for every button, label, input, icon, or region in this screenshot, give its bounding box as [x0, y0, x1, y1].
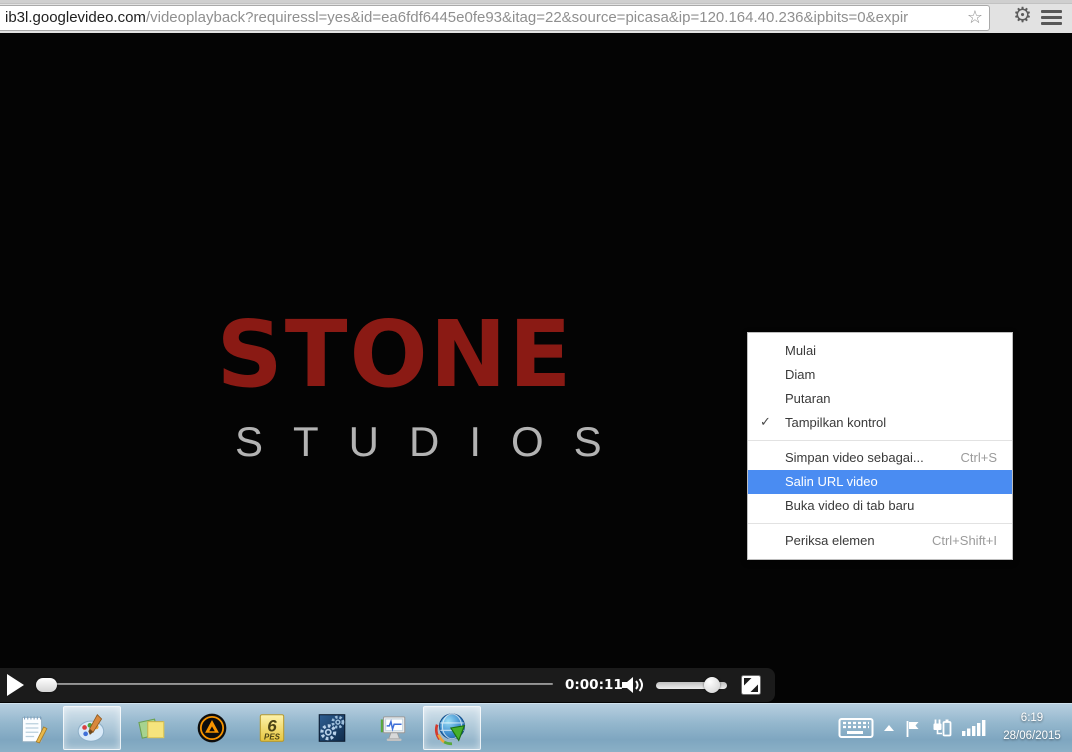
- extension-gear-icon[interactable]: ⚙: [1013, 3, 1032, 27]
- taskbar-apps: 6 PES: [3, 706, 483, 750]
- idm-icon: [434, 713, 466, 746]
- menu-item-putaran[interactable]: Putaran: [748, 387, 1012, 411]
- volume-mute-button[interactable]: [620, 674, 645, 696]
- url-domain: ib3l.googlevideo.com: [5, 9, 146, 26]
- sticky-notes-icon: [138, 718, 165, 739]
- context-menu: Mulai Diam Putaran ✓ Tampilkan kontrol C…: [747, 332, 1013, 560]
- taskbar-button-paint[interactable]: [63, 706, 121, 750]
- video-controls-bar: 0:00:11: [0, 668, 775, 702]
- action-center-flag-icon[interactable]: [904, 719, 921, 738]
- menu-item-label: Putaran: [785, 391, 831, 406]
- keyboard-icon[interactable]: [838, 716, 874, 740]
- taskbar-button-sticky-notes[interactable]: [123, 706, 181, 750]
- pes6-icon: 6 PES: [259, 714, 285, 742]
- volume-knob[interactable]: [704, 677, 720, 693]
- tray-date: 28/06/2015: [1003, 730, 1061, 742]
- bookmark-star-icon[interactable]: ☆: [967, 6, 983, 30]
- menu-separator: [748, 440, 1012, 441]
- aimp-icon: [197, 713, 227, 743]
- menu-separator: [748, 523, 1012, 524]
- taskbar-button-system-monitor[interactable]: [363, 706, 421, 750]
- url-path: /videoplayback?requiressl=yes&id=ea6fdf6…: [145, 9, 909, 26]
- gears-icon: [318, 714, 346, 742]
- paint-icon: [77, 714, 105, 742]
- video-logo: STONE STUDIOS: [205, 301, 632, 466]
- notepad-icon: [21, 716, 48, 744]
- taskbar-button-aimp[interactable]: [183, 706, 241, 750]
- menu-item-periksa-elemen[interactable]: Ctrl+Shift+I Periksa elemen: [748, 529, 1012, 553]
- menu-shortcut: Ctrl+S: [960, 450, 997, 465]
- menu-item-buka-video-tab-baru[interactable]: Buka video di tab baru: [748, 494, 1012, 518]
- pes6-label: PES: [264, 733, 281, 742]
- play-icon: [7, 674, 24, 696]
- menu-item-tampilkan-kontrol[interactable]: ✓ Tampilkan kontrol: [748, 411, 1012, 435]
- play-button[interactable]: [7, 674, 27, 696]
- screen: ib3l.googlevideo.com/videoplayback?requi…: [0, 0, 1072, 752]
- taskbar-button-pes6[interactable]: 6 PES: [243, 706, 301, 750]
- menu-item-label: Mulai: [785, 343, 817, 358]
- show-hidden-icons-button[interactable]: [883, 724, 895, 732]
- menu-item-mulai[interactable]: Mulai: [748, 339, 1012, 363]
- menu-item-label: Buka video di tab baru: [785, 498, 915, 513]
- logo-title: STONE: [216, 301, 574, 408]
- time-display: 0:00:11: [565, 677, 623, 693]
- taskbar: 6 PES 6:19 28/06/2015: [0, 703, 1072, 752]
- checkmark-icon: ✓: [760, 415, 771, 430]
- seek-handle[interactable]: [36, 678, 57, 692]
- menu-item-label: Simpan video sebagai...: [785, 450, 924, 465]
- menu-item-label: Periksa elemen: [785, 533, 875, 548]
- seek-bar[interactable]: [40, 683, 553, 685]
- menu-item-label: Salin URL video: [785, 474, 878, 489]
- taskbar-button-notepad[interactable]: [3, 706, 61, 750]
- url-fade: [926, 7, 962, 29]
- monitor-waveform-icon: [380, 716, 406, 741]
- menu-item-label: Tampilkan kontrol: [785, 415, 887, 430]
- video-player[interactable]: STONE STUDIOS 0:00:11 Mulai Diam Putaran…: [0, 33, 1072, 703]
- menu-item-simpan-video-sebagai[interactable]: Ctrl+S Simpan video sebagai...: [748, 446, 1012, 470]
- menu-item-diam[interactable]: Diam: [748, 363, 1012, 387]
- tray-time: 6:19: [1020, 712, 1044, 725]
- browser-toolbar: ib3l.googlevideo.com/videoplayback?requi…: [0, 0, 1072, 33]
- address-bar[interactable]: ib3l.googlevideo.com/videoplayback?requi…: [0, 5, 990, 31]
- logo-subtitle: STUDIOS: [235, 418, 632, 466]
- fullscreen-button[interactable]: [741, 675, 761, 695]
- network-signal-icon[interactable]: [962, 719, 987, 737]
- taskbar-button-idm[interactable]: [423, 706, 481, 750]
- menu-shortcut: Ctrl+Shift+I: [931, 533, 997, 548]
- menu-item-label: Diam: [785, 367, 816, 382]
- tab-strip: [0, 0, 1072, 4]
- taskbar-button-gears-utility[interactable]: [303, 706, 361, 750]
- menu-item-salin-url-video[interactable]: Salin URL video: [748, 470, 1012, 494]
- power-plug-icon[interactable]: [930, 718, 953, 738]
- system-tray: 6:19 28/06/2015: [838, 704, 1068, 752]
- speaker-icon: [622, 677, 633, 693]
- tray-clock[interactable]: 6:19 28/06/2015: [996, 710, 1068, 746]
- browser-menu-button[interactable]: [1041, 10, 1062, 28]
